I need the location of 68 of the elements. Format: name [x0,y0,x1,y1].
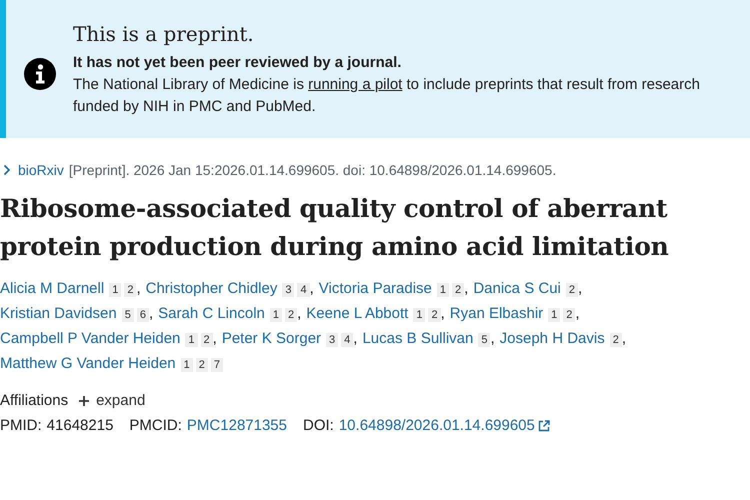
affiliation-number[interactable]: 1 [548,308,560,322]
affiliation-number[interactable]: 6 [136,308,149,322]
affiliations-label: Affiliations [0,392,68,409]
pmcid-link[interactable]: PMC12871355 [186,417,287,434]
affiliation-number[interactable]: 1 [413,308,426,322]
author-link[interactable]: Keene L Abbott [306,301,408,326]
author-link[interactable]: Christopher Chidley [146,276,278,301]
author-link[interactable]: Peter K Sorger [222,326,322,351]
affiliation-number[interactable]: 3 [282,283,294,297]
chevron-icon [3,164,11,176]
author-link[interactable]: Joseph H Davis [500,326,605,351]
identifier-value: 41648215 [46,417,114,434]
article-title: Ribosome-associated quality control of aberrant protein production during amino acid limitation [0,193,670,263]
pilot-link[interactable]: running a pilot [308,76,402,93]
affiliation-number[interactable]: 4 [341,333,354,347]
author-link[interactable]: Danica S Cui [473,276,561,301]
source-link[interactable]: bioRxiv [18,162,64,178]
affiliation-number[interactable]: 5 [122,308,134,322]
author-link[interactable]: Sarah C Lincoln [158,301,265,326]
expand-button[interactable]: expand [78,392,146,409]
plus-icon [78,394,90,406]
comma: , [490,329,495,349]
comma: , [464,279,468,299]
affiliation-number[interactable]: 1 [109,283,122,297]
comma: , [353,329,358,349]
affiliation-number[interactable]: 2 [566,283,578,297]
author-link[interactable]: Victoria Paradise [318,276,432,301]
author-link[interactable]: Kristian Davidsen [0,301,117,326]
affiliation-number[interactable]: 3 [326,333,338,347]
comma: , [297,304,302,324]
comma: , [212,329,217,349]
author-link[interactable]: Alicia M Darnell [0,276,104,301]
info-icon [24,58,56,90]
banner-text: The National Library of Medicine is running a pilot to include preprints that result from research funded by NIH in PMC and PubMed. [73,75,701,117]
comma: , [440,304,445,324]
banner-title: This is a preprint. [73,22,255,46]
author-link[interactable]: Campbell P Vander Heiden [0,326,180,351]
affiliation-number[interactable]: 2 [428,308,441,322]
banner-subtitle: It has not yet been peer reviewed by a journal. [73,53,402,73]
external-link-icon [538,420,550,432]
affiliation-number[interactable]: 1 [436,283,450,297]
affiliation-number[interactable]: 2 [196,358,208,372]
comma: , [148,304,154,324]
comma: , [310,279,314,299]
affiliation-number[interactable]: 1 [185,333,198,347]
identifier-label: DOI: [303,417,334,434]
affiliation-number[interactable]: 2 [285,308,298,322]
affiliation-number[interactable]: 2 [563,308,576,322]
comma: , [136,279,141,299]
identifier-label: PMID: [0,417,42,434]
doi-link[interactable]: 10.64898/2026.01.14.699605 [338,417,535,434]
affiliation-number[interactable]: 1 [180,358,193,372]
affiliation-number[interactable]: 7 [210,358,224,372]
affiliation-number[interactable]: 1 [270,308,282,322]
identifier-label: PMCID: [129,417,182,434]
author-link[interactable]: Ryan Elbashir [450,301,544,326]
affiliation-number[interactable]: 2 [200,333,213,347]
author-link[interactable]: Matthew G Vander Heiden [0,351,176,376]
comma: , [578,279,582,299]
affiliation-number[interactable]: 2 [610,333,622,347]
affiliation-number[interactable]: 5 [478,333,490,347]
affiliation-number[interactable]: 2 [452,283,464,297]
author-link[interactable]: Lucas B Sullivan [362,326,474,351]
affiliation-number[interactable]: 2 [124,283,136,297]
comma: , [622,329,626,349]
affiliation-number[interactable]: 4 [297,283,310,297]
citation-text: [Preprint]. 2026 Jan 15:2026.01.14.699605. doi: 10.64898/2026.01.14.699605. [68,162,556,178]
comma: , [575,304,580,324]
